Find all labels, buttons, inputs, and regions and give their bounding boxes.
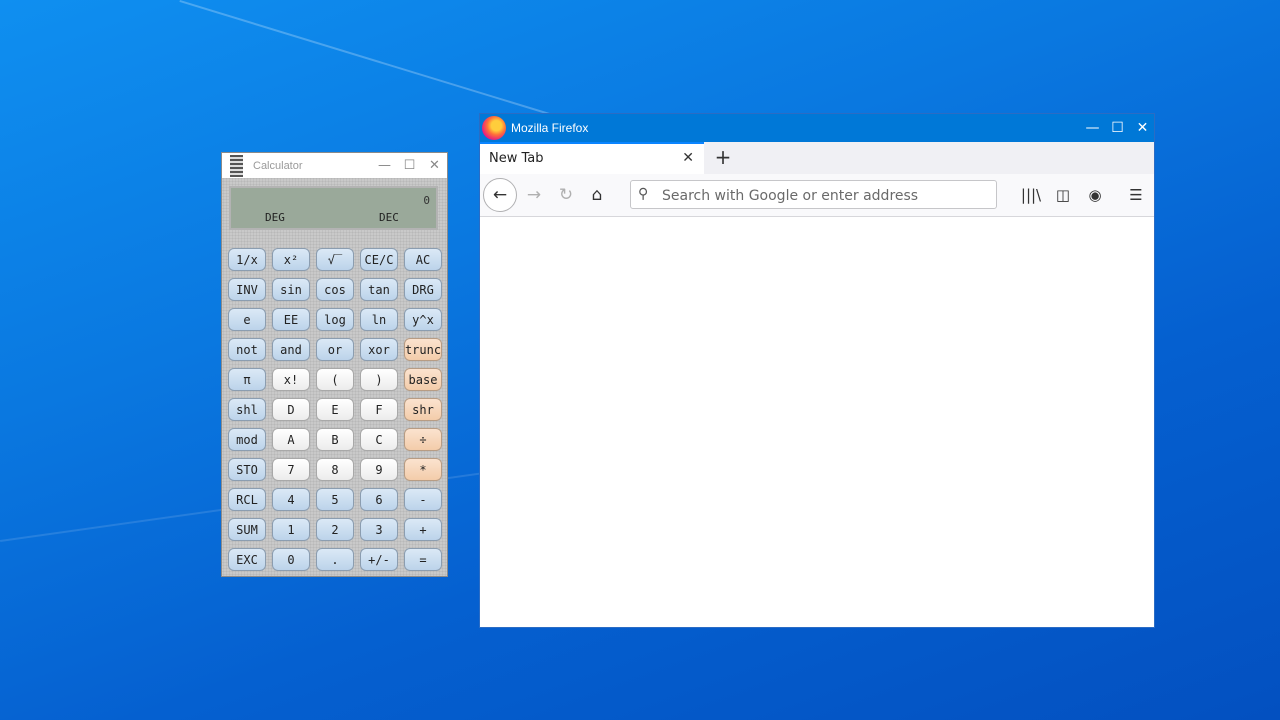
url-input[interactable] [660, 184, 994, 207]
key-8-4[interactable]: - [404, 488, 442, 511]
tab-label: New Tab [489, 151, 544, 166]
key-6-2[interactable]: B [316, 428, 354, 451]
key-8-2[interactable]: 5 [316, 488, 354, 511]
key-0-0[interactable]: 1/x [228, 248, 266, 271]
key-7-3[interactable]: 9 [360, 458, 398, 481]
key-2-2[interactable]: log [316, 308, 354, 331]
calculator-window: Calculator — ☐ ✕ 0 DEG DEC 1/x x² √‾ CE/C AC… [221, 152, 448, 577]
key-4-1[interactable]: x! [272, 368, 310, 391]
key-10-0[interactable]: EXC [228, 548, 266, 571]
maximize-button[interactable]: ☐ [397, 153, 422, 178]
key-4-3[interactable]: ) [360, 368, 398, 391]
firefox-titlebar[interactable]: Mozilla Firefox — ☐ ✕ [480, 114, 1154, 142]
angle-mode-indicator: DEG [265, 211, 285, 224]
key-3-2[interactable]: or [316, 338, 354, 361]
key-3-3[interactable]: xor [360, 338, 398, 361]
key-9-0[interactable]: SUM [228, 518, 266, 541]
key-7-4[interactable]: * [404, 458, 442, 481]
base-mode-indicator: DEC [379, 211, 399, 224]
key-1-3[interactable]: tan [360, 278, 398, 301]
key-1-2[interactable]: cos [316, 278, 354, 301]
tab-bar: New Tab ✕ + [480, 142, 1154, 174]
key-5-4[interactable]: shr [404, 398, 442, 421]
key-4-0[interactable]: π [228, 368, 266, 391]
key-1-4[interactable]: DRG [404, 278, 442, 301]
minimize-button[interactable]: — [1080, 114, 1105, 142]
key-2-0[interactable]: e [228, 308, 266, 331]
menu-icon[interactable]: ☰ [1121, 179, 1151, 211]
key-9-2[interactable]: 2 [316, 518, 354, 541]
key-0-4[interactable]: AC [404, 248, 442, 271]
key-3-1[interactable]: and [272, 338, 310, 361]
key-7-0[interactable]: STO [228, 458, 266, 481]
key-6-0[interactable]: mod [228, 428, 266, 451]
key-8-1[interactable]: 4 [272, 488, 310, 511]
library-icon[interactable]: |||\ [1016, 179, 1046, 211]
key-10-2[interactable]: . [316, 548, 354, 571]
tab-close-icon[interactable]: ✕ [682, 150, 694, 166]
reload-icon[interactable]: ↻ [550, 179, 582, 211]
calculator-titlebar[interactable]: Calculator — ☐ ✕ [222, 153, 447, 178]
new-tab-button[interactable]: + [710, 144, 736, 170]
key-9-1[interactable]: 1 [272, 518, 310, 541]
calculator-app-icon [230, 154, 243, 177]
key-2-3[interactable]: ln [360, 308, 398, 331]
close-button[interactable]: ✕ [1130, 114, 1155, 142]
key-2-1[interactable]: EE [272, 308, 310, 331]
key-0-3[interactable]: CE/C [360, 248, 398, 271]
key-10-1[interactable]: 0 [272, 548, 310, 571]
display-value: 0 [423, 194, 430, 207]
key-8-0[interactable]: RCL [228, 488, 266, 511]
key-8-3[interactable]: 6 [360, 488, 398, 511]
key-9-4[interactable]: + [404, 518, 442, 541]
sidebar-icon[interactable]: ◫ [1048, 179, 1078, 211]
back-icon[interactable]: ← [483, 178, 517, 212]
key-10-4[interactable]: = [404, 548, 442, 571]
key-2-4[interactable]: y^x [404, 308, 442, 331]
tab-new-tab[interactable]: New Tab ✕ [480, 142, 704, 174]
home-icon[interactable]: ⌂ [581, 179, 613, 211]
address-bar[interactable]: ⚲ [630, 180, 997, 209]
search-icon: ⚲ [638, 186, 649, 202]
key-5-1[interactable]: D [272, 398, 310, 421]
key-0-1[interactable]: x² [272, 248, 310, 271]
key-6-1[interactable]: A [272, 428, 310, 451]
maximize-button[interactable]: ☐ [1105, 114, 1130, 142]
key-0-2[interactable]: √‾ [316, 248, 354, 271]
key-7-2[interactable]: 8 [316, 458, 354, 481]
key-5-3[interactable]: F [360, 398, 398, 421]
navigation-toolbar: ← → ↻ ⌂ ⚲ |||\ ◫ ◉ ☰ [480, 174, 1154, 217]
key-6-4[interactable]: ÷ [404, 428, 442, 451]
key-3-0[interactable]: not [228, 338, 266, 361]
forward-icon[interactable]: → [518, 179, 550, 211]
key-6-3[interactable]: C [360, 428, 398, 451]
key-1-0[interactable]: INV [228, 278, 266, 301]
key-5-2[interactable]: E [316, 398, 354, 421]
key-4-4[interactable]: base [404, 368, 442, 391]
key-7-1[interactable]: 7 [272, 458, 310, 481]
key-3-4[interactable]: trunc [404, 338, 442, 361]
firefox-title: Mozilla Firefox [511, 121, 589, 135]
account-icon[interactable]: ◉ [1080, 179, 1110, 211]
key-4-2[interactable]: ( [316, 368, 354, 391]
firefox-logo-icon [482, 116, 506, 140]
calculator-title: Calculator [253, 159, 303, 172]
calculator-display: 0 DEG DEC [229, 186, 438, 230]
key-1-1[interactable]: sin [272, 278, 310, 301]
key-5-0[interactable]: shl [228, 398, 266, 421]
key-10-3[interactable]: +/- [360, 548, 398, 571]
key-9-3[interactable]: 3 [360, 518, 398, 541]
close-button[interactable]: ✕ [422, 153, 447, 178]
minimize-button[interactable]: — [372, 153, 397, 178]
firefox-window: Mozilla Firefox — ☐ ✕ New Tab ✕ + ← → ↻ … [479, 113, 1155, 628]
